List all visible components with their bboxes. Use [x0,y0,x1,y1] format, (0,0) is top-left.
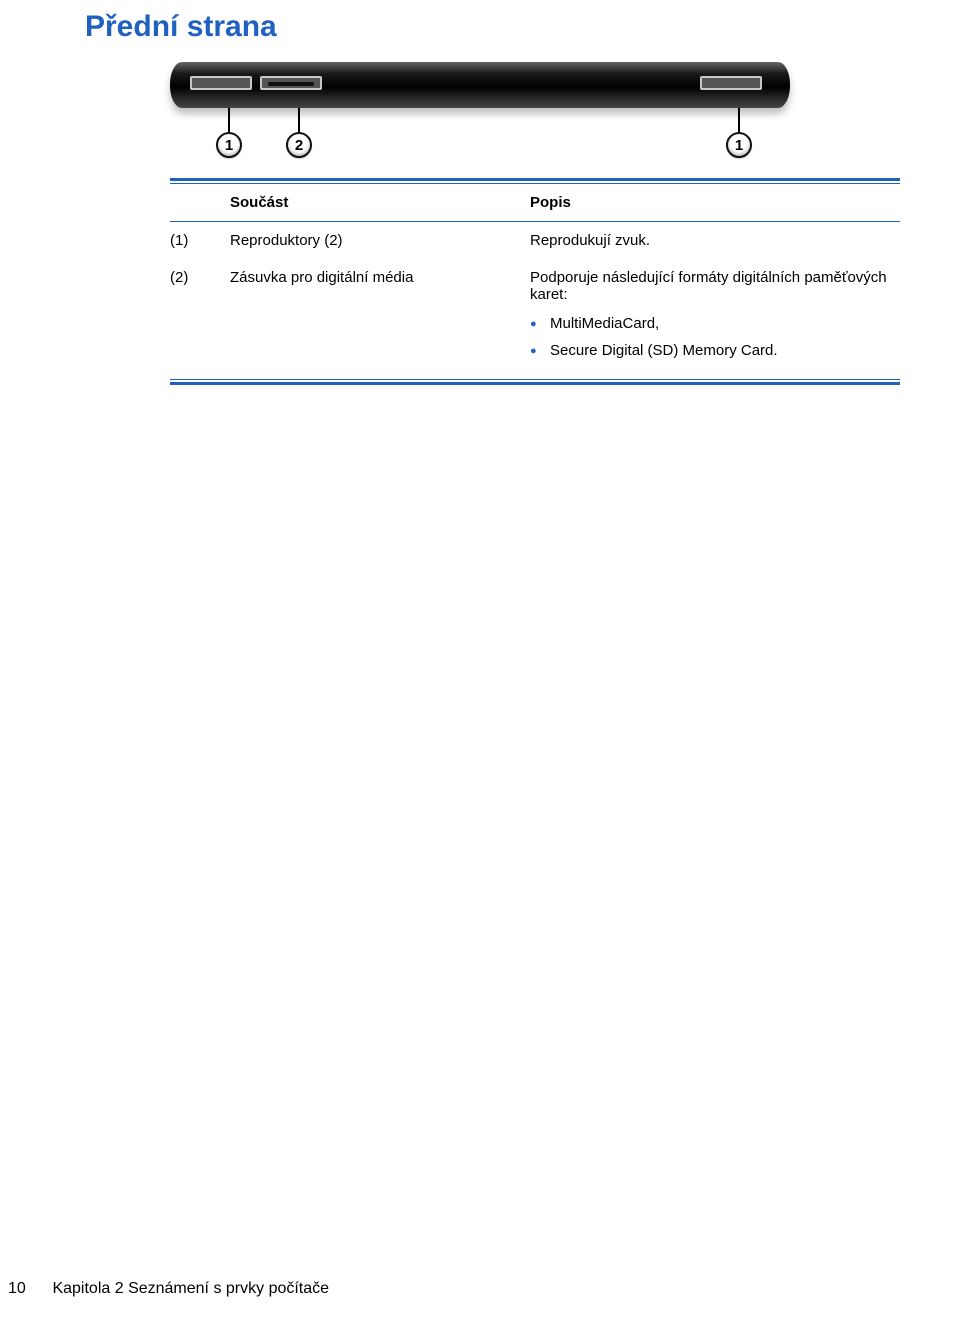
chapter-title: Kapitola 2 Seznámení s prvky počítače [52,1280,329,1297]
laptop-front-illustration [170,62,790,108]
speaker-slot-right [700,76,762,90]
table-row: (2) Zásuvka pro digitální média Podporuj… [170,259,900,379]
page-title: Přední strana [85,10,910,44]
page-number: 10 [8,1280,48,1298]
row-desc: Podporuje následující formáty digitálníc… [530,259,900,379]
row-desc: Reprodukují zvuk. [530,222,900,259]
callout-group: 1 2 1 [170,108,790,168]
callout-bubble: 2 [286,132,312,158]
header-description: Popis [530,184,900,221]
callout-1-right: 1 [726,108,752,158]
callout-2: 2 [286,108,312,158]
front-view-figure: 1 2 1 [170,62,790,168]
table-row: (1) Reproduktory (2) Reprodukují zvuk. [170,222,900,259]
callout-bubble: 1 [216,132,242,158]
format-list: MultiMediaCard, Secure Digital (SD) Memo… [530,315,900,359]
row-name: Reproduktory (2) [230,222,530,259]
component-table: Součást Popis (1) Reproduktory (2) Repro… [170,178,900,385]
speaker-slot-left [190,76,252,90]
row-number: (2) [170,259,230,379]
row-desc-text: Podporuje následující formáty digitálníc… [530,269,887,303]
row-number: (1) [170,222,230,259]
page-footer: 10 Kapitola 2 Seznámení s prvky počítače [8,1280,329,1298]
media-slot [260,76,322,90]
row-name: Zásuvka pro digitální média [230,259,530,379]
list-item: MultiMediaCard, [530,315,900,332]
header-component: Součást [230,184,530,221]
callout-bubble: 1 [726,132,752,158]
list-item: Secure Digital (SD) Memory Card. [530,342,900,359]
callout-1-left: 1 [216,108,242,158]
